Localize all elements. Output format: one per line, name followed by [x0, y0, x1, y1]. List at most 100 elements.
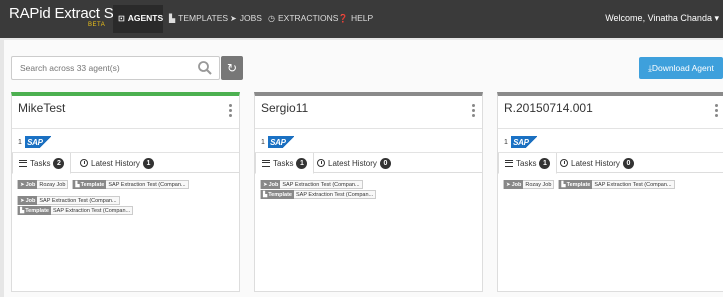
agent-search	[11, 56, 220, 80]
task-chip[interactable]: ➤ Job Rozay Job	[17, 180, 69, 189]
nav-agents[interactable]: ⊡ AGENTS	[118, 13, 163, 23]
welcome-text: Welcome, Vinatha Chanda	[605, 13, 712, 23]
task-row: ➤ Job SAP Extraction Test (Compan...	[17, 196, 120, 205]
agent-card[interactable]: MikeTest 1 SAP Tasks 2 Latest History 1 …	[11, 92, 240, 292]
template-icon: ▙	[169, 13, 176, 23]
card-tabs: Tasks 1 Latest History 0	[255, 153, 482, 174]
tab-history-label: Latest History	[91, 158, 140, 168]
tag-label: Job	[25, 197, 36, 204]
agent-name[interactable]: MikeTest	[18, 101, 65, 115]
task-chip[interactable]: ➤ Job Rozay Job	[503, 180, 555, 189]
refresh-button[interactable]: ↻	[221, 56, 243, 80]
connector-row: 1 SAP	[261, 136, 294, 148]
clock-icon	[317, 159, 325, 167]
tab-latest-history[interactable]: Latest History 1	[74, 153, 160, 173]
rocket-icon: ➤	[506, 181, 511, 188]
sap-logo: SAP	[267, 136, 294, 148]
agent-name[interactable]: R.20150714.001	[504, 101, 593, 115]
tab-latest-history[interactable]: Latest History 0	[311, 153, 397, 173]
nav-jobs[interactable]: ➤ JOBS	[230, 13, 262, 23]
rocket-icon: ➤	[20, 181, 25, 188]
job-tag: ➤ Job	[18, 196, 38, 205]
agent-card[interactable]: Sergio11 1 SAP Tasks 1 Latest History 0 …	[254, 92, 483, 292]
search-icon[interactable]	[197, 60, 213, 76]
task-row: ➤ Job SAP Extraction Test (Compan...	[260, 180, 363, 189]
job-tag: ➤ Job	[18, 180, 38, 189]
download-label: Download Agent	[651, 63, 714, 73]
tab-latest-history[interactable]: Latest History 0	[554, 153, 640, 173]
task-name: Rozay Job	[39, 181, 66, 188]
connector-count: 1	[504, 138, 508, 146]
divider	[498, 128, 723, 129]
job-tag: ➤ Job	[261, 180, 281, 189]
divider	[12, 128, 239, 129]
nav-help[interactable]: ❓ HELP	[338, 13, 373, 23]
task-chip[interactable]: ➤ Job SAP Extraction Test (Compan...	[17, 196, 120, 205]
task-row: ▙ Template SAP Extraction Test (Compan...	[17, 206, 134, 215]
tag-label: Template	[25, 207, 49, 214]
tasks-count-badge: 1	[296, 157, 308, 169]
help-icon: ❓	[338, 13, 348, 23]
task-name: Rozay Job	[525, 181, 552, 188]
task-name: SAP Extraction Test (Compan...	[594, 181, 672, 188]
agent-icon: ⊡	[118, 13, 125, 23]
more-options-icon[interactable]	[229, 102, 233, 119]
list-icon	[505, 159, 513, 167]
tag-label: Template	[566, 181, 591, 188]
nav-jobs-label: JOBS	[239, 13, 262, 23]
card-tabs: Tasks 1 Latest History 0	[498, 153, 723, 174]
task-chip[interactable]: ▙ Template SAP Extraction Test (Compan...	[558, 180, 675, 189]
task-row: ➤ Job Rozay Job ▙ Template SAP Extraction …	[503, 180, 675, 189]
template-icon: ▙	[20, 207, 25, 214]
list-icon	[262, 159, 270, 167]
tag-label: Template	[268, 191, 292, 198]
nav-templates[interactable]: ▙ TEMPLATES	[169, 13, 228, 23]
task-name: SAP Extraction Test (Compan...	[52, 207, 131, 214]
search-input[interactable]	[12, 57, 182, 79]
task-chip[interactable]: ▙ Template SAP Extraction Test (Compan...	[72, 180, 189, 189]
tab-tasks-label: Tasks	[30, 158, 51, 168]
nav-help-label: HELP	[350, 13, 374, 23]
clock-icon	[560, 159, 568, 167]
template-tag: ▙ Template	[73, 180, 107, 189]
clock-icon	[80, 159, 88, 167]
task-row: ▙ Template SAP Extraction Test (Compan...	[260, 190, 377, 199]
more-options-icon[interactable]	[715, 102, 719, 119]
tab-history-label: Latest History	[571, 158, 620, 168]
rocket-icon: ➤	[263, 181, 268, 188]
tab-tasks[interactable]: Tasks 2	[12, 153, 72, 174]
template-icon: ▙	[263, 191, 268, 198]
history-count-badge: 0	[622, 157, 634, 169]
nav-extractions-label: EXTRACTIONS	[277, 13, 339, 23]
tag-label: Job	[268, 181, 279, 188]
task-chip[interactable]: ▙ Template SAP Extraction Test (Compan...	[260, 190, 377, 199]
template-tag: ▙ Template	[261, 190, 294, 199]
tab-history-label: Latest History	[328, 158, 377, 168]
sap-logo: SAP	[24, 136, 51, 148]
task-chip[interactable]: ➤ Job SAP Extraction Test (Compan...	[260, 180, 363, 189]
tab-tasks[interactable]: Tasks 1	[255, 153, 315, 174]
tab-tasks-label: Tasks	[516, 158, 537, 168]
template-icon: ▙	[561, 181, 566, 188]
nav-extractions[interactable]: ◷ EXTRACTIONS	[268, 13, 338, 23]
divider	[255, 128, 482, 129]
user-menu[interactable]: Welcome, Vinatha Chanda ▾	[605, 13, 719, 24]
task-row: ➤ Job Rozay Job ▙ Template SAP Extraction …	[17, 180, 189, 189]
beta-label: BETA	[88, 22, 106, 28]
task-name: SAP Extraction Test (Compan...	[39, 197, 117, 204]
refresh-icon: ↻	[226, 61, 238, 75]
task-name: SAP Extraction Test (Compan...	[282, 181, 360, 188]
connector-count: 1	[18, 138, 22, 146]
tasks-count-badge: 2	[53, 157, 65, 169]
tab-tasks-label: Tasks	[273, 158, 294, 168]
connector-count: 1	[261, 138, 265, 146]
nav-agents-label: AGENTS	[127, 13, 164, 23]
tab-tasks[interactable]: Tasks 1	[498, 153, 558, 174]
tag-label: Job	[25, 181, 36, 188]
task-chip[interactable]: ▙ Template SAP Extraction Test (Compan...	[17, 206, 134, 215]
agent-card[interactable]: R.20150714.001 1 SAP Tasks 1 Latest Hist…	[497, 92, 723, 292]
top-navbar: RAPid Extract Studio BETA ⊡ AGENTS ▙ TEM…	[0, 0, 723, 38]
download-agent-button[interactable]: ⤓ Download Agent	[639, 57, 723, 79]
more-options-icon[interactable]	[472, 102, 476, 119]
agent-name[interactable]: Sergio11	[261, 101, 308, 115]
